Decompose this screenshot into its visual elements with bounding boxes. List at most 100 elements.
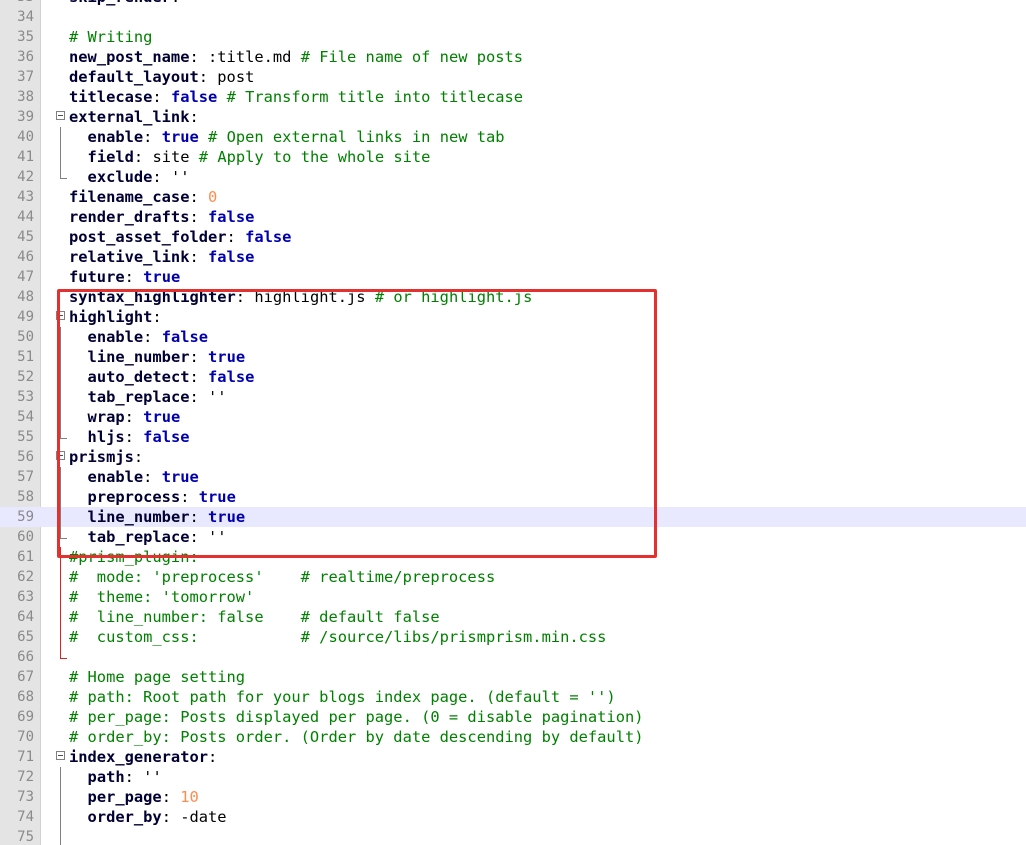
line-number: 39 bbox=[17, 109, 34, 125]
code-line[interactable]: 63 # theme: 'tomorrow' bbox=[0, 587, 1026, 607]
code-line[interactable]: 62 # mode: 'preprocess' # realtime/prepro… bbox=[0, 567, 1026, 587]
code-line[interactable]: 47 future: true bbox=[0, 267, 1026, 287]
code-line[interactable]: 49 highlight: bbox=[0, 307, 1026, 327]
token: tab_replace bbox=[87, 388, 190, 406]
code-line[interactable]: 35 # Writing bbox=[0, 27, 1026, 47]
code-line[interactable]: 46 relative_link: false bbox=[0, 247, 1026, 267]
line-text: per_page: 10 bbox=[69, 787, 199, 807]
line-number: 59 bbox=[17, 509, 34, 525]
line-number: 51 bbox=[17, 349, 34, 365]
fold-guide-line bbox=[60, 627, 61, 647]
code-line[interactable]: 61 #prism_plugin: bbox=[0, 547, 1026, 567]
token: '' bbox=[208, 388, 227, 406]
line-text: enable: true bbox=[69, 467, 199, 487]
code-line[interactable]: 64 # line_number: false # default false bbox=[0, 607, 1026, 627]
token: highlight.js bbox=[254, 288, 375, 306]
code-line[interactable]: 72 path: '' bbox=[0, 767, 1026, 787]
code-line[interactable]: 48 syntax_highlighter: highlight.js # or … bbox=[0, 287, 1026, 307]
code-line[interactable]: 52 auto_detect: false bbox=[0, 367, 1026, 387]
token: : bbox=[189, 368, 209, 386]
line-text: # theme: 'tomorrow' bbox=[69, 587, 254, 607]
token: : bbox=[161, 788, 181, 806]
code-line[interactable]: 65 # custom_css: # /source/libs/prismpris… bbox=[0, 627, 1026, 647]
token: syntax_highlighter bbox=[69, 288, 236, 306]
code-line[interactable]: 51 line_number: true bbox=[0, 347, 1026, 367]
token: prismjs bbox=[69, 448, 134, 466]
token: : bbox=[180, 488, 199, 506]
token: true bbox=[198, 488, 236, 506]
line-number: 35 bbox=[17, 29, 34, 45]
line-number: 53 bbox=[17, 389, 34, 405]
code-area[interactable]: 33 skip_render: 34 35 # Writing 36 new_post_na… bbox=[0, 0, 1026, 845]
line-text: # Home page setting bbox=[69, 667, 245, 687]
code-line[interactable]: 45 post_asset_folder: false bbox=[0, 227, 1026, 247]
code-line[interactable]: 36 new_post_name: :title.md # File name o… bbox=[0, 47, 1026, 67]
line-number: 42 bbox=[17, 169, 34, 185]
line-text: line_number: true bbox=[69, 507, 246, 527]
line-text: # mode: 'preprocess' # realtime/preproce… bbox=[69, 567, 495, 587]
code-line[interactable]: 39 external_link: bbox=[0, 107, 1026, 127]
code-line[interactable]: 34 bbox=[0, 7, 1026, 27]
code-line[interactable]: 42 exclude: '' bbox=[0, 167, 1026, 187]
code-line[interactable]: 59 line_number: true bbox=[0, 507, 1026, 527]
code-line[interactable]: 67 # Home page setting bbox=[0, 667, 1026, 687]
line-number: 46 bbox=[17, 249, 34, 265]
code-line[interactable]: 73 per_page: 10 bbox=[0, 787, 1026, 807]
code-line[interactable]: 33 skip_render: bbox=[0, 0, 1026, 7]
token: : bbox=[124, 408, 144, 426]
code-line[interactable]: 40 enable: true # Open external links in… bbox=[0, 127, 1026, 147]
token: skip_render bbox=[69, 0, 171, 6]
token: : bbox=[143, 468, 162, 486]
code-line[interactable]: 44 render_drafts: false bbox=[0, 207, 1026, 227]
code-line[interactable]: 70 # order_by: Posts order. (Order by dat… bbox=[0, 727, 1026, 747]
token: : bbox=[133, 448, 144, 466]
line-text: default_layout: post bbox=[69, 67, 254, 87]
token: # path: Root path for your blogs index p… bbox=[69, 688, 616, 706]
line-number: 41 bbox=[17, 149, 34, 165]
code-line[interactable]: 60 tab_replace: '' bbox=[0, 527, 1026, 547]
code-line[interactable]: 58 preprocess: true bbox=[0, 487, 1026, 507]
line-number: 69 bbox=[17, 709, 34, 725]
fold-guide-line bbox=[60, 367, 61, 387]
code-line[interactable]: 43 filename_case: 0 bbox=[0, 187, 1026, 207]
code-line[interactable]: 74 order_by: -date bbox=[0, 807, 1026, 827]
code-line[interactable]: 37 default_layout: post bbox=[0, 67, 1026, 87]
code-line[interactable]: 75 bbox=[0, 827, 1026, 845]
token: false bbox=[245, 228, 292, 246]
token: : bbox=[189, 528, 209, 546]
code-line[interactable]: 71 index_generator: bbox=[0, 747, 1026, 767]
code-line[interactable]: 50 enable: false bbox=[0, 327, 1026, 347]
token: exclude bbox=[87, 168, 153, 186]
line-text: field: site # Apply to the whole site bbox=[69, 147, 431, 167]
code-line[interactable]: 56 prismjs: bbox=[0, 447, 1026, 467]
token: true bbox=[143, 268, 181, 286]
token: true bbox=[161, 128, 209, 146]
line-text: titlecase: false # Transform title into … bbox=[69, 87, 523, 107]
line-number: 43 bbox=[17, 189, 34, 205]
code-line[interactable]: 38 titlecase: false # Transform title int… bbox=[0, 87, 1026, 107]
line-number: 62 bbox=[17, 569, 34, 585]
line-number: 55 bbox=[17, 429, 34, 445]
fold-guide-line bbox=[60, 147, 61, 167]
code-line[interactable]: 54 wrap: true bbox=[0, 407, 1026, 427]
token: new_post_name bbox=[69, 48, 190, 66]
fold-end-marker bbox=[60, 647, 67, 659]
line-number: 67 bbox=[17, 669, 34, 685]
code-line[interactable]: 57 enable: true bbox=[0, 467, 1026, 487]
code-line[interactable]: 53 tab_replace: '' bbox=[0, 387, 1026, 407]
code-line[interactable]: 41 field: site # Apply to the whole site bbox=[0, 147, 1026, 167]
token: filename_case bbox=[69, 188, 190, 206]
token: : bbox=[189, 348, 209, 366]
code-line[interactable]: 69 # per_page: Posts displayed per page. … bbox=[0, 707, 1026, 727]
token: : bbox=[152, 88, 171, 106]
line-text: skip_render: bbox=[69, 0, 180, 7]
code-editor[interactable]: 33 skip_render: 34 35 # Writing 36 new_post_na… bbox=[0, 0, 1026, 845]
code-line[interactable]: 66 bbox=[0, 647, 1026, 667]
code-line[interactable]: 68 # path: Root path for your blogs index… bbox=[0, 687, 1026, 707]
line-text: wrap: true bbox=[69, 407, 181, 427]
token: # custom_css: # /source/libs/prismprism.… bbox=[69, 628, 607, 646]
token: per_page bbox=[87, 788, 162, 806]
code-line[interactable]: 55 hljs: false bbox=[0, 427, 1026, 447]
